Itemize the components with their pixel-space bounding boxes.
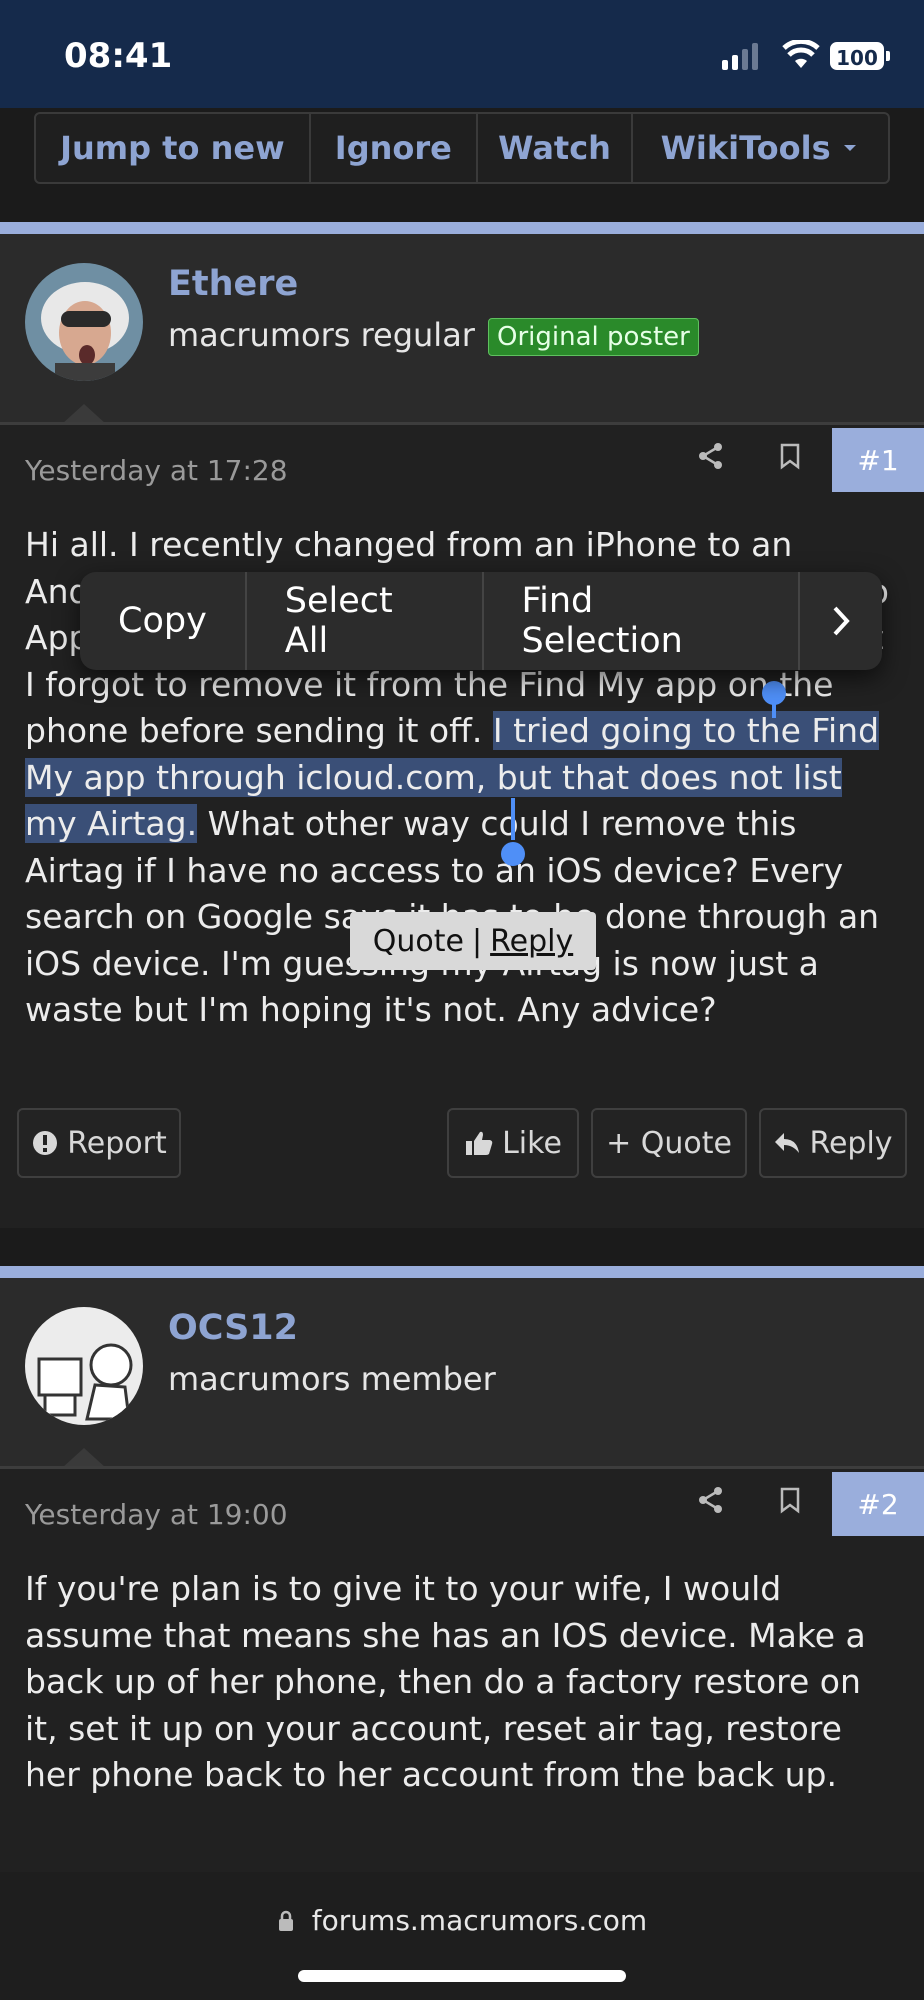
original-poster-badge: Original poster	[488, 318, 699, 356]
home-indicator[interactable]	[298, 1970, 626, 1982]
user-panel-pointer	[62, 404, 106, 424]
reply-button[interactable]: Reply	[759, 1108, 907, 1178]
share-icon[interactable]	[696, 440, 726, 472]
url-text: forums.macrumors.com	[311, 1904, 648, 1937]
report-button[interactable]: Report	[17, 1108, 181, 1178]
avatar[interactable]	[25, 263, 143, 381]
url-bar[interactable]: forums.macrumors.com	[0, 1904, 924, 1937]
post-2-message: If you're plan is to give it to your wif…	[25, 1569, 866, 1794]
report-label: Report	[67, 1125, 167, 1161]
bookmark-icon[interactable]	[779, 442, 801, 470]
post-separator	[0, 222, 924, 234]
chevron-right-icon	[833, 606, 850, 636]
bookmark-icon[interactable]	[779, 1486, 801, 1514]
quote-selection-link[interactable]: Quote	[373, 924, 464, 959]
lock-icon	[278, 1910, 293, 1931]
selection-end-knob[interactable]	[501, 842, 525, 866]
share-icon[interactable]	[696, 1484, 726, 1516]
post-date[interactable]: Yesterday at 19:00	[25, 1498, 288, 1531]
thread-action-bar: Jump to new Ignore Watch WikiTools	[34, 112, 890, 184]
alert-icon	[33, 1131, 58, 1155]
ignore-button[interactable]: Ignore	[311, 114, 478, 182]
wifi-icon	[782, 40, 820, 68]
username[interactable]: Ethere	[168, 264, 298, 304]
like-button[interactable]: Like	[447, 1108, 579, 1178]
selection-end-handle[interactable]	[511, 798, 515, 840]
status-time: 08:41	[64, 36, 173, 76]
quote-reply-tooltip: Quote | Reply	[350, 912, 596, 970]
avatar[interactable]	[25, 1307, 143, 1425]
watch-button[interactable]: Watch	[478, 114, 634, 182]
text-selection-menu: Copy Select All Find Selection	[80, 572, 882, 670]
battery-indicator: 100	[830, 42, 884, 70]
more-menu-item[interactable]	[800, 572, 882, 670]
quote-button[interactable]: + Quote	[591, 1108, 747, 1178]
caret-down-icon	[843, 145, 856, 151]
select-all-menu-item[interactable]: Select All	[247, 572, 484, 670]
thumbs-up-icon	[466, 1131, 493, 1155]
battery-nub	[886, 51, 890, 61]
post-number[interactable]: #1	[832, 428, 924, 492]
tooltip-separator: |	[472, 923, 483, 959]
avatar-image	[25, 263, 143, 381]
user-title: macrumors member	[168, 1360, 496, 1398]
user-title: macrumors regular	[168, 316, 475, 354]
post-separator	[0, 1266, 924, 1278]
find-selection-menu-item[interactable]: Find Selection	[484, 572, 800, 670]
reply-selection-link[interactable]: Reply	[490, 924, 573, 959]
reply-label: Reply	[809, 1125, 893, 1161]
selection-start-knob[interactable]	[762, 681, 786, 705]
jump-to-new-button[interactable]: Jump to new	[36, 114, 311, 182]
username[interactable]: OCS12	[168, 1308, 298, 1348]
reply-icon	[775, 1133, 800, 1153]
like-label: Like	[502, 1125, 562, 1161]
post-date[interactable]: Yesterday at 17:28	[25, 454, 288, 487]
user-panel-pointer	[62, 1448, 106, 1468]
wikitools-label: WikiTools	[660, 129, 831, 167]
signal-icon	[722, 42, 762, 70]
avatar-image	[25, 1307, 143, 1425]
copy-menu-item[interactable]: Copy	[80, 572, 247, 670]
wikitools-button[interactable]: WikiTools	[633, 114, 888, 182]
post-number[interactable]: #2	[832, 1472, 924, 1536]
